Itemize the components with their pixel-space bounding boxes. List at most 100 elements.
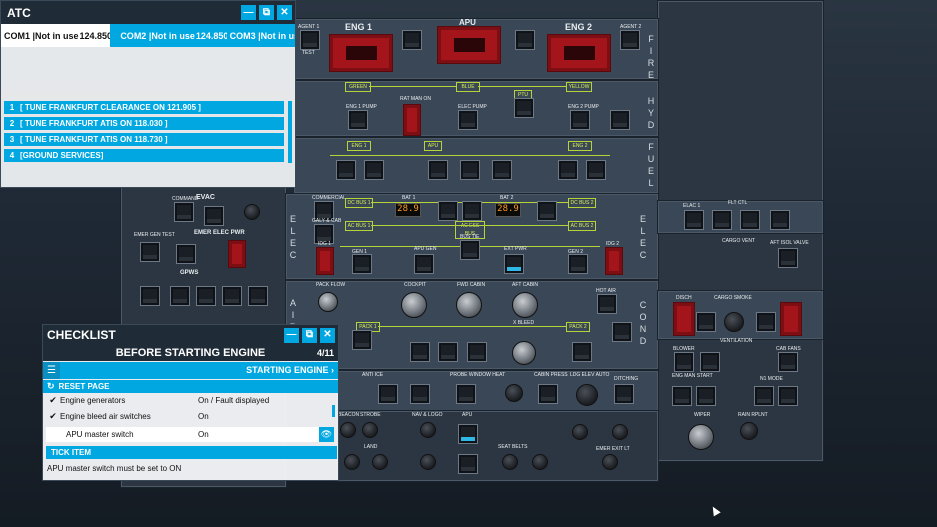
eng1-hyd-pump-button[interactable] <box>348 110 368 130</box>
ldg-elev-selector[interactable] <box>576 384 598 406</box>
gpws-flap-mode-button[interactable] <box>222 286 242 306</box>
fwd-cabin-temp-selector[interactable] <box>456 292 482 318</box>
fuel-ctr-tk-pump1[interactable] <box>428 160 448 180</box>
tab-com3[interactable]: COM3 |Not in use <box>227 24 295 47</box>
evac-command-button[interactable] <box>174 202 194 222</box>
rat-man-on-guard[interactable] <box>403 104 421 136</box>
bat1-button[interactable] <box>438 201 458 221</box>
n1-mode-eng2-button[interactable] <box>778 386 798 406</box>
tab-com1[interactable]: COM1 |Not in use 124.850 <box>1 24 111 47</box>
cargo-fwd-button[interactable] <box>696 312 716 332</box>
eng2-fire-pushbutton[interactable] <box>547 34 611 72</box>
atc-option-1[interactable]: 1 [ TUNE FRANKFURT CLEARANCE ON 121.905 … <box>4 101 284 114</box>
cockpit-temp-selector[interactable] <box>401 292 427 318</box>
gpws-ldg-flap3-button[interactable] <box>248 286 268 306</box>
blower-button[interactable] <box>674 352 694 372</box>
fuel-ctr-tk-pump2[interactable] <box>492 160 512 180</box>
aft-cabin-temp-selector[interactable] <box>512 292 538 318</box>
wiper-selector[interactable] <box>688 424 714 450</box>
elac1-button[interactable] <box>684 210 704 230</box>
dome-switch[interactable] <box>572 424 588 440</box>
ditching-button[interactable] <box>614 384 634 404</box>
idg1-guard[interactable] <box>316 247 334 275</box>
apu-master-sw-button[interactable] <box>458 424 478 444</box>
blue-elec-pump-button[interactable] <box>458 110 478 130</box>
atc-minimize-button[interactable]: — <box>241 5 256 20</box>
ptu-button[interactable] <box>514 98 534 118</box>
land-left-switch[interactable] <box>344 454 360 470</box>
ac-ess-feed-button[interactable] <box>537 201 557 221</box>
eng2-hyd-pump-button[interactable] <box>570 110 590 130</box>
fac2-button[interactable] <box>770 210 790 230</box>
apu-fire-pushbutton[interactable] <box>437 26 501 64</box>
cabin-press-mode-sel[interactable] <box>538 384 558 404</box>
gen1-line-button[interactable] <box>176 244 196 264</box>
cargo-smoke-test-button[interactable] <box>724 312 744 332</box>
checklist-close-button[interactable]: ✕ <box>320 327 335 343</box>
checklist-item[interactable]: ✔ Engine generators On / Fault displayed <box>46 393 334 408</box>
checklist-titlebar[interactable]: CHECKLIST — ⧉ ✕ <box>43 325 338 345</box>
next-checklist-button[interactable]: STARTING ENGINE › <box>62 362 338 379</box>
eye-icon[interactable]: 👁 <box>319 427 334 442</box>
fuel-mode-sel[interactable] <box>460 160 480 180</box>
nose-light-switch[interactable] <box>420 454 436 470</box>
extract-button[interactable] <box>700 352 720 372</box>
eng1-agent2-button[interactable] <box>402 30 422 50</box>
atc-popout-button[interactable]: ⧉ <box>259 5 274 20</box>
tab-com2[interactable]: COM2 |Not in use 124.850 <box>110 24 226 47</box>
gen2-button[interactable] <box>568 254 588 274</box>
ext-pwr-button[interactable] <box>504 254 524 274</box>
atc-scrollbar[interactable] <box>288 101 292 163</box>
capt-purs-switch[interactable] <box>244 204 260 220</box>
ram-air-button[interactable] <box>410 342 430 362</box>
nav-logo-switch[interactable] <box>420 422 436 438</box>
n1-mode-eng1-button[interactable] <box>754 386 774 406</box>
gpws-gs-mode-button[interactable] <box>196 286 216 306</box>
bus-tie-button[interactable] <box>460 240 480 260</box>
checklist-minimize-button[interactable]: — <box>284 327 299 343</box>
apu-bleed-button[interactable] <box>467 342 487 362</box>
fuel-r-tk-pump1[interactable] <box>558 160 578 180</box>
atc-option-3[interactable]: 3 [ TUNE FRANKFURT ATIS ON 118.730 ] <box>4 133 284 146</box>
eng1-bleed-button[interactable] <box>438 342 458 362</box>
emer-exit-lt-switch[interactable] <box>602 454 618 470</box>
cargo-disch-aft-guard[interactable] <box>780 302 802 336</box>
checklist-list-icon[interactable]: ☰ <box>43 362 60 379</box>
cab-fans-button[interactable] <box>778 352 798 372</box>
cargo-aft-button[interactable] <box>756 312 776 332</box>
pack-flow-selector[interactable] <box>318 292 338 312</box>
idg2-guard[interactable] <box>605 247 623 275</box>
tick-item-button[interactable]: TICK ITEM <box>46 446 337 459</box>
ann-lt-switch[interactable] <box>612 424 628 440</box>
probe-heat-button[interactable] <box>456 384 476 404</box>
atc-titlebar[interactable]: ATC — ⧉ ✕ <box>1 1 295 24</box>
no-smoking-switch[interactable] <box>532 454 548 470</box>
yellow-elec-pump-button[interactable] <box>610 110 630 130</box>
apu-agent-button[interactable] <box>515 30 535 50</box>
eng2-man-start-button[interactable] <box>696 386 716 406</box>
checklist-item[interactable]: ✔ Engine bleed air switches On <box>46 409 334 424</box>
gpws-sys-button[interactable] <box>170 286 190 306</box>
x-bleed-selector[interactable] <box>512 341 536 365</box>
eng2-bleed-button[interactable] <box>572 342 592 362</box>
atc-option-2[interactable]: 2 [ TUNE FRANKFURT ATIS ON 118.030 ] <box>4 117 284 130</box>
seat-belts-switch[interactable] <box>502 454 518 470</box>
apu-start-button[interactable] <box>458 454 478 474</box>
gen1-button[interactable] <box>352 254 372 274</box>
eng1-agent1-button[interactable] <box>300 30 320 50</box>
aft-isol-valve-button[interactable] <box>778 248 798 268</box>
land-right-switch[interactable] <box>372 454 388 470</box>
reset-page-button[interactable]: ↻ RESET PAGE <box>43 380 338 393</box>
eng1-anti-ice-button[interactable] <box>410 384 430 404</box>
sec1-button[interactable] <box>712 210 732 230</box>
pack1-button[interactable] <box>352 330 372 350</box>
pack2-button[interactable] <box>612 322 632 342</box>
fuel-l-tk-pump1[interactable] <box>336 160 356 180</box>
eng2-agent2-button[interactable] <box>620 30 640 50</box>
horn-shut-off-button[interactable] <box>204 206 224 226</box>
fuel-l-tk-pump2[interactable] <box>364 160 384 180</box>
rain-rplnt-button[interactable] <box>740 422 758 440</box>
eng1-man-start-button[interactable] <box>672 386 692 406</box>
atc-close-button[interactable]: ✕ <box>277 5 292 20</box>
fuel-r-tk-pump2[interactable] <box>586 160 606 180</box>
